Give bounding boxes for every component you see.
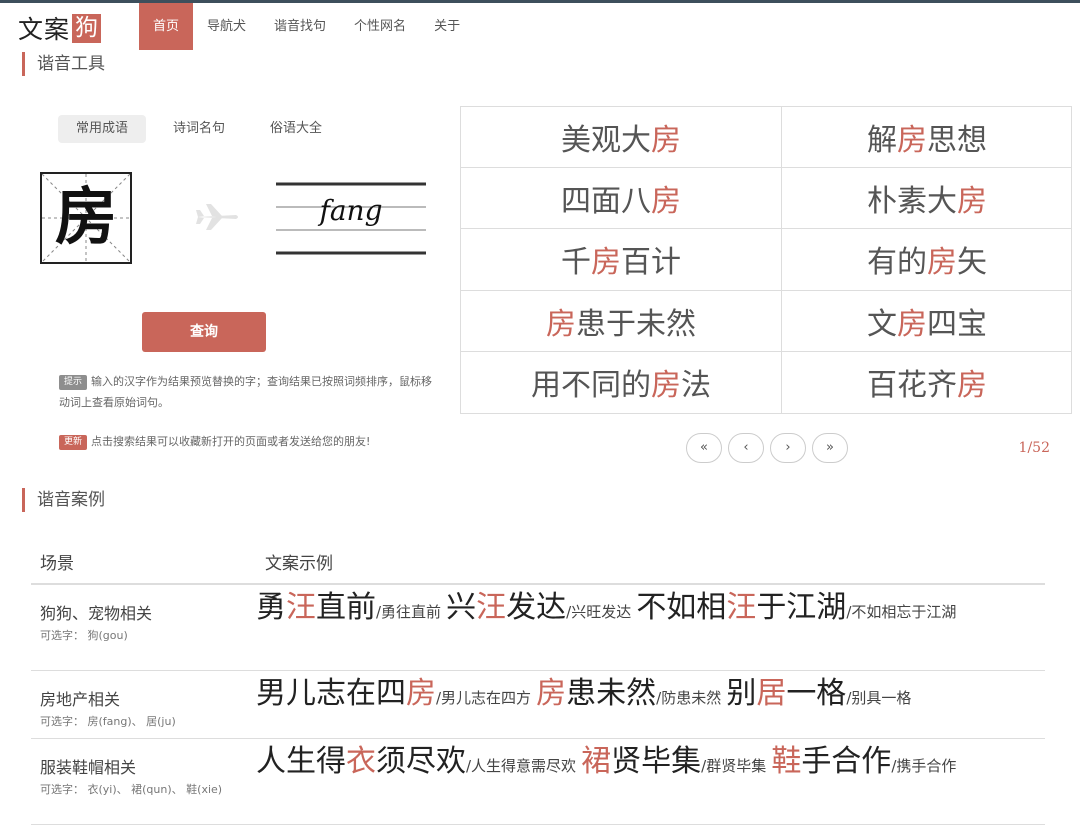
pinyin-display: fang	[276, 182, 426, 256]
scene-cell: 房地产相关 可选字： 房(fang)、 居(ju)	[31, 671, 256, 738]
tip-badge: 提示	[59, 375, 88, 390]
example-cell: 男儿志在四房/男儿志在四方 房患未然/防患未然 别居一格/别具一格	[256, 671, 1045, 738]
example-phrase[interactable]: 别居一格	[726, 679, 846, 709]
original-phrase: /兴旺发达	[566, 603, 632, 621]
scene-name: 狗狗、宠物相关	[40, 604, 153, 623]
scene-name: 房地产相关	[40, 690, 121, 709]
input-character: 房	[54, 180, 117, 253]
original-phrase: /携手合作	[891, 757, 957, 775]
scene-cell: 服装鞋帽相关 可选字： 衣(yi)、 裙(qun)、 鞋(xie)	[31, 739, 256, 824]
airplane-icon	[196, 204, 238, 230]
result-cell[interactable]: 朴素大房	[782, 168, 1072, 230]
table-row: 狗狗、宠物相关 可选字： 狗(gou) 勇汪直前/勇往直前 兴汪发达/兴旺发达 …	[31, 585, 1045, 671]
scene-options: 可选字： 衣(yi)、 裙(qun)、 鞋(xie)	[40, 783, 223, 796]
example-phrase[interactable]: 鞋手合作	[771, 747, 891, 777]
next-page-button[interactable]: ›	[770, 433, 806, 463]
original-phrase: /勇往直前	[376, 603, 442, 621]
original-phrase: /男儿志在四方	[436, 689, 532, 707]
original-phrase: /防患未然	[656, 689, 722, 707]
scene-options: 可选字： 房(fang)、 居(ju)	[40, 715, 176, 728]
scene-options: 可选字： 狗(gou)	[40, 629, 128, 642]
section-title-tool: 谐音工具	[22, 52, 105, 76]
example-phrase[interactable]: 勇汪直前	[256, 593, 376, 623]
result-cell[interactable]: 文房四宝	[782, 291, 1072, 352]
result-grid: 美观大房 解房思想 四面八房 朴素大房 千房百计 有的房矢 房患于未然 文房四宝…	[460, 106, 1072, 414]
last-page-button[interactable]: »	[812, 433, 848, 463]
tip-note: 提示 输入的汉字作为结果预览替换的字；查询结果已按照词频排序，鼠标移动词上查看原始…	[59, 371, 434, 413]
update-text: 点击搜索结果可以收藏新打开的页面或者发送给您的朋友!	[91, 435, 371, 448]
example-cell: 人生得衣须尽欢/人生得意需尽欢 裙贤毕集/群贤毕集 鞋手合作/携手合作	[256, 739, 1045, 824]
example-phrase[interactable]: 男儿志在四房	[256, 679, 436, 709]
scene-name: 服装鞋帽相关	[40, 758, 137, 777]
nav-item-home[interactable]: 首页	[139, 3, 194, 50]
first-page-button[interactable]: «	[686, 433, 722, 463]
result-cell[interactable]: 有的房矢	[782, 229, 1072, 291]
result-cell[interactable]: 用不同的房法	[461, 351, 782, 413]
query-button[interactable]: 查询	[142, 312, 266, 352]
table-header: 场景 文案示例	[31, 545, 1045, 585]
nav-item-nickname[interactable]: 个性网名	[340, 3, 420, 50]
logo-box: 狗	[72, 13, 102, 43]
nav-item-homophone[interactable]: 谐音找句	[260, 3, 340, 50]
example-phrase[interactable]: 兴汪发达	[446, 593, 566, 623]
table-row: 服装鞋帽相关 可选字： 衣(yi)、 裙(qun)、 鞋(xie) 人生得衣须尽…	[31, 739, 1045, 825]
nav-item-about[interactable]: 关于	[420, 3, 474, 50]
example-phrase[interactable]: 不如相汪于江湖	[636, 593, 846, 623]
tab-idioms[interactable]: 常用成语	[58, 115, 147, 143]
header-scene: 场景	[40, 554, 74, 574]
main-menu: 首页 导航犬 谐音找句 个性网名 关于	[139, 3, 474, 50]
pagination: « ‹ › »	[686, 433, 854, 463]
page-indicator: 1/52	[1018, 440, 1050, 456]
result-cell[interactable]: 百花齐房	[782, 352, 1072, 413]
scene-cell: 狗狗、宠物相关 可选字： 狗(gou)	[31, 585, 256, 670]
example-phrase[interactable]: 房患未然	[536, 679, 656, 709]
navbar: 文案狗 首页 导航犬 谐音找句 个性网名 关于	[0, 3, 1080, 50]
original-phrase: /群贤毕集	[701, 757, 767, 775]
tip-text: 输入的汉字作为结果预览替换的字；查询结果已按照词频排序，鼠标移动词上查看原始词句…	[59, 375, 433, 409]
nav-item-guide[interactable]: 导航犬	[193, 3, 260, 50]
site-logo[interactable]: 文案狗	[18, 12, 102, 44]
result-cell[interactable]: 房患于未然	[461, 290, 782, 352]
example-cell: 勇汪直前/勇往直前 兴汪发达/兴旺发达 不如相汪于江湖/不如相忘于江湖	[256, 585, 1045, 670]
update-badge: 更新	[59, 435, 88, 450]
result-cell[interactable]: 解房思想	[782, 107, 1072, 169]
pinyin-text: fang	[319, 194, 383, 227]
example-phrase[interactable]: 裙贤毕集	[581, 747, 701, 777]
category-tabs: 常用成语 诗词名句 俗语大全	[58, 115, 349, 143]
logo-text: 文案	[18, 15, 71, 44]
tab-sayings[interactable]: 俗语大全	[252, 115, 340, 143]
header-example: 文案示例	[265, 554, 333, 574]
cases-table: 场景 文案示例 狗狗、宠物相关 可选字： 狗(gou) 勇汪直前/勇往直前 兴汪…	[31, 545, 1045, 825]
original-phrase: /人生得意需尽欢	[466, 757, 577, 775]
original-phrase: /别具一格	[846, 689, 912, 707]
example-phrase[interactable]: 人生得衣须尽欢	[256, 747, 466, 777]
result-cell[interactable]: 千房百计	[461, 229, 782, 291]
result-cell[interactable]: 美观大房	[461, 107, 782, 169]
section-title-cases: 谐音案例	[22, 488, 105, 512]
table-row: 房地产相关 可选字： 房(fang)、 居(ju) 男儿志在四房/男儿志在四方 …	[31, 671, 1045, 739]
tab-poems[interactable]: 诗词名句	[155, 115, 243, 143]
update-note: 更新 点击搜索结果可以收藏新打开的页面或者发送给您的朋友!	[59, 431, 434, 452]
prev-page-button[interactable]: ‹	[728, 433, 764, 463]
result-cell[interactable]: 四面八房	[461, 168, 782, 230]
character-input-box[interactable]: 房	[40, 172, 132, 264]
original-phrase: /不如相忘于江湖	[846, 603, 957, 621]
